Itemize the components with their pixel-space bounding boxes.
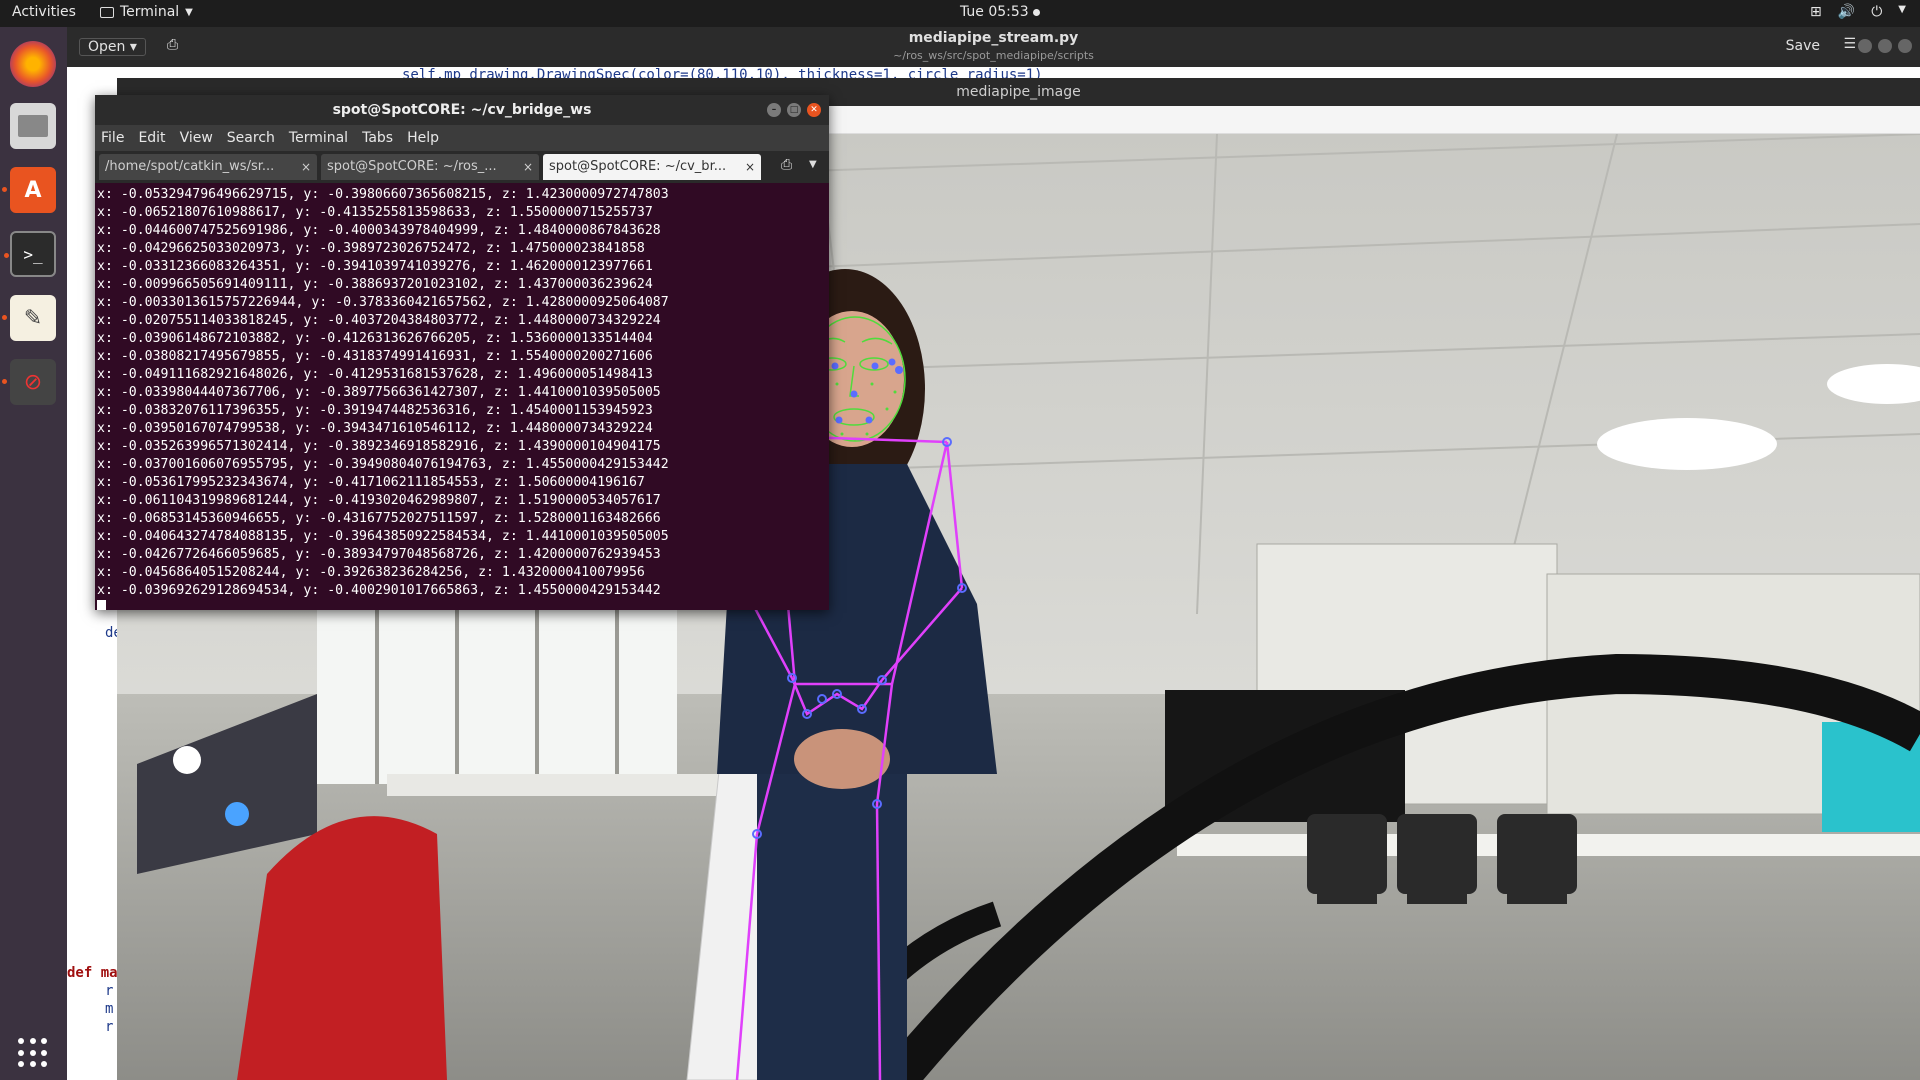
menu-file[interactable]: File xyxy=(101,130,124,146)
close-icon[interactable]: ✕ xyxy=(807,103,821,117)
menu-help[interactable]: Help xyxy=(407,130,439,146)
terminal-line: x: -0.03832076117396355, y: -0.391947448… xyxy=(97,403,653,418)
terminal-tab-active[interactable]: spot@SpotCORE: ~/cv_br... × xyxy=(543,154,761,180)
editor-header-bar: Open ▾ ⎙ mediapipe_stream.py ~/ros_ws/sr… xyxy=(67,27,1920,67)
show-applications-icon[interactable] xyxy=(18,1038,48,1068)
new-tab-icon[interactable]: ⎙ xyxy=(781,157,792,173)
terminal-line: x: -0.040643274784088135, y: -0.39643850… xyxy=(97,529,669,544)
terminal-line: x: -0.03906148672103882, y: -0.412631362… xyxy=(97,331,653,346)
terminal-line: x: -0.04267726466059685, y: -0.389347970… xyxy=(97,547,661,562)
software-center-icon[interactable]: A xyxy=(2,167,56,213)
hamburger-menu-icon[interactable]: ☰ xyxy=(1843,36,1856,52)
code-line: m xyxy=(105,1001,114,1017)
text-editor-icon[interactable]: ✎ xyxy=(2,295,56,341)
clock-label: Tue 05:53 xyxy=(960,4,1029,20)
terminal-line: x: -0.049111682921648026, y: -0.41295316… xyxy=(97,367,653,382)
activities-button[interactable]: Activities xyxy=(12,4,76,20)
terminal-lines: x: -0.053294796496629715, y: -0.39806607… xyxy=(97,186,829,600)
terminal-line: x: -0.037001606076955795, y: -0.39490804… xyxy=(97,457,669,472)
close-tab-icon[interactable]: × xyxy=(301,154,311,180)
chairs xyxy=(1307,814,1577,904)
code-line: r xyxy=(105,1019,114,1035)
terminal-line: x: -0.03808217495679855, y: -0.431837499… xyxy=(97,349,653,364)
terminal-line: x: -0.04296625033020973, y: -0.398972302… xyxy=(97,241,645,256)
code-line-def-main: def ma xyxy=(67,965,118,981)
terminal-title: spot@SpotCORE: ~/cv_bridge_ws xyxy=(332,102,592,118)
terminal-line: x: -0.04568640515208244, y: -0.392638236… xyxy=(97,565,645,580)
clock[interactable]: Tue 05:53 xyxy=(960,4,1040,20)
ceiling-light xyxy=(1597,418,1777,470)
chevron-down-icon[interactable]: ▼ xyxy=(809,159,817,170)
terminal-tab[interactable]: spot@SpotCORE: ~/ros_... × xyxy=(321,154,539,180)
close-tab-icon[interactable]: × xyxy=(745,154,755,180)
power-icon: ⏻ xyxy=(1871,4,1883,20)
terminal-menu-bar: File Edit View Search Terminal Tabs Help xyxy=(95,125,829,151)
files-icon[interactable] xyxy=(10,103,56,149)
tab-label: spot@SpotCORE: ~/ros_... xyxy=(327,159,497,174)
menu-view[interactable]: View xyxy=(180,130,213,146)
editor-path: ~/ros_ws/src/spot_mediapipe/scripts xyxy=(893,49,1094,62)
chevron-down-icon: ▼ xyxy=(185,6,193,18)
terminal-line: x: -0.061104319989681244, y: -0.41930204… xyxy=(97,493,661,508)
terminal-icon xyxy=(100,6,114,18)
close-tab-icon[interactable]: × xyxy=(523,154,533,180)
minimize-icon[interactable] xyxy=(1858,39,1872,53)
menu-terminal[interactable]: Terminal xyxy=(289,130,348,146)
save-button[interactable]: Save xyxy=(1786,38,1820,54)
terminal-output[interactable]: x: -0.053294796496629715, y: -0.39806607… xyxy=(95,183,829,610)
terminal-line: x: -0.044600747525691986, y: -0.40003439… xyxy=(97,223,661,238)
close-icon[interactable] xyxy=(1898,39,1912,53)
editor-title: mediapipe_stream.py xyxy=(908,30,1079,46)
terminal-line: x: -0.009966505691409111, y: -0.38869372… xyxy=(97,277,653,292)
terminal-window: spot@SpotCORE: ~/cv_bridge_ws – □ ✕ File… xyxy=(95,95,829,610)
menu-edit[interactable]: Edit xyxy=(138,130,165,146)
maximize-icon[interactable]: □ xyxy=(787,103,801,117)
network-icon: ⊞ xyxy=(1810,4,1822,20)
chevron-down-icon: ▼ xyxy=(1898,4,1906,15)
dock: A >_ ✎ ⊘ xyxy=(0,27,67,1080)
firefox-icon[interactable] xyxy=(10,41,56,87)
app-menu[interactable]: Terminal ▼ xyxy=(100,4,193,20)
blocked-icon[interactable]: ⊘ xyxy=(2,359,56,405)
code-line: r xyxy=(105,983,114,999)
terminal-line: x: -0.053617995232343674, y: -0.41710621… xyxy=(97,475,645,490)
window-controls xyxy=(1858,39,1912,53)
volume-icon: 🔊 xyxy=(1837,4,1856,20)
terminal-line: x: -0.03398044407367706, y: -0.389775663… xyxy=(97,385,661,400)
tab-label: /home/spot/catkin_ws/sr... xyxy=(105,159,275,174)
terminal-tab[interactable]: /home/spot/catkin_ws/sr... × xyxy=(99,154,317,180)
terminal-cursor xyxy=(97,600,106,610)
terminal-line: x: -0.053294796496629715, y: -0.39806607… xyxy=(97,187,669,202)
app-menu-label: Terminal xyxy=(120,4,180,20)
terminal-title-bar[interactable]: spot@SpotCORE: ~/cv_bridge_ws – □ ✕ xyxy=(95,95,829,125)
menu-search[interactable]: Search xyxy=(227,130,275,146)
minimize-icon[interactable]: – xyxy=(767,103,781,117)
menu-tabs[interactable]: Tabs xyxy=(362,130,393,146)
system-tray[interactable]: ⊞ 🔊 ⏻ ▼ xyxy=(1810,4,1906,20)
terminal-line: x: -0.0033013615757226944, y: -0.3783360… xyxy=(97,295,669,310)
terminal-line: x: -0.03950167074799538, y: -0.394347161… xyxy=(97,421,653,436)
terminal-tab-bar: /home/spot/catkin_ws/sr... × spot@SpotCO… xyxy=(95,151,829,183)
terminal-line: x: -0.03312366083264351, y: -0.394103974… xyxy=(97,259,653,274)
terminal-line: x: -0.035263996571302414, y: -0.38923469… xyxy=(97,439,661,454)
notification-dot-icon xyxy=(1032,8,1040,16)
terminal-line: x: -0.039692629128694534, y: -0.40029010… xyxy=(97,583,661,598)
terminal-line: x: -0.06521807610988617, y: -0.413525581… xyxy=(97,205,653,220)
terminal-line: x: -0.020755114033818245, y: -0.40372043… xyxy=(97,313,661,328)
maximize-icon[interactable] xyxy=(1878,39,1892,53)
top-bar: Activities Terminal ▼ Tue 05:53 ⊞ 🔊 ⏻ ▼ xyxy=(0,0,1920,27)
terminal-line: x: -0.06853145360946655, y: -0.431677520… xyxy=(97,511,661,526)
tab-label: spot@SpotCORE: ~/cv_br... xyxy=(549,159,727,174)
terminal-icon[interactable]: >_ xyxy=(4,231,56,277)
